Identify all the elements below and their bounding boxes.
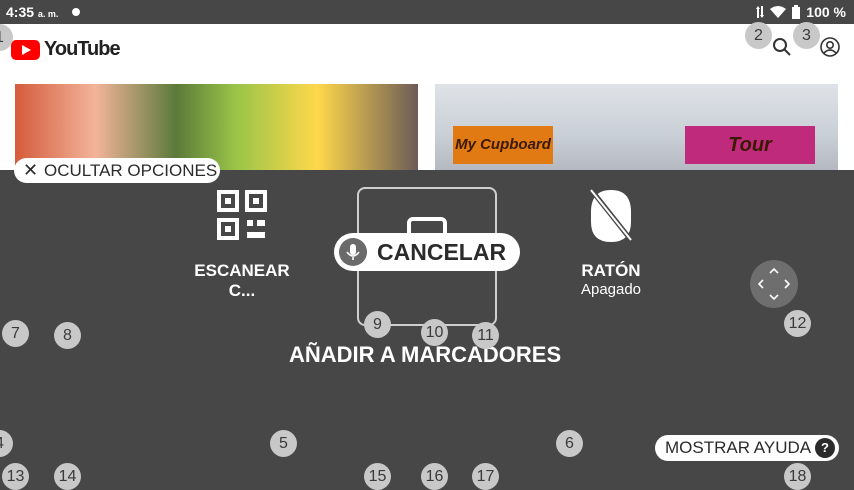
- number-label-14[interactable]: 14: [54, 463, 81, 490]
- recording-icon: [69, 5, 83, 19]
- scan-option[interactable]: ESCANEAR C...: [180, 190, 304, 301]
- number-label-6[interactable]: 6: [556, 430, 583, 457]
- number-label-10[interactable]: 10: [421, 319, 448, 346]
- app-name: YouTube: [44, 38, 121, 60]
- video-feed: My Cupboard Tour: [0, 74, 854, 170]
- scan-label: ESCANEAR C...: [194, 261, 290, 300]
- thumbnail-text: Tour: [685, 126, 815, 164]
- number-label-12[interactable]: 12: [784, 310, 811, 337]
- mouse-state: Apagado: [580, 281, 642, 298]
- wifi-icon: [770, 6, 787, 18]
- cancel-button[interactable]: CANCELAR: [334, 233, 520, 271]
- add-bookmarks-label[interactable]: AÑADIR A MARCADORES: [289, 342, 561, 368]
- number-label-7[interactable]: 7: [2, 320, 29, 347]
- show-help-button[interactable]: MOSTRAR AYUDA ?: [655, 435, 839, 461]
- youtube-play-icon: [11, 39, 40, 60]
- mouse-option[interactable]: RATÓN Apagado: [560, 186, 662, 298]
- cancel-label: CANCELAR: [377, 239, 507, 265]
- app-bar: YouTube: [0, 24, 854, 74]
- video-thumbnail-2[interactable]: My Cupboard Tour: [435, 84, 838, 170]
- youtube-logo[interactable]: YouTube: [11, 38, 121, 61]
- number-label-9[interactable]: 9: [364, 311, 391, 338]
- qr-code-icon: [217, 190, 267, 240]
- number-label-8[interactable]: 8: [54, 322, 81, 349]
- move-arrows-icon: [757, 267, 791, 301]
- account-icon[interactable]: [820, 37, 840, 57]
- directional-pad[interactable]: [750, 260, 798, 308]
- help-icon: ?: [815, 438, 835, 458]
- mouse-label: RATÓN: [581, 261, 641, 280]
- number-label-2[interactable]: 2: [745, 22, 772, 49]
- hide-options-button[interactable]: ✕ OCULTAR OPCIONES: [14, 158, 220, 183]
- thumbnail-text: My Cupboard: [453, 126, 553, 164]
- number-label-13[interactable]: 13: [2, 463, 29, 490]
- number-label-18[interactable]: 18: [784, 463, 811, 490]
- microphone-icon: [339, 238, 367, 266]
- data-arrows-icon: [756, 6, 765, 18]
- battery-percent: 100 %: [806, 4, 846, 20]
- hide-options-label: OCULTAR OPCIONES: [44, 161, 218, 180]
- number-label-11[interactable]: 11: [472, 322, 499, 349]
- status-bar: 4:35 a. m. 100 %: [0, 0, 854, 24]
- status-time: 4:35 a. m.: [6, 4, 59, 20]
- number-label-16[interactable]: 16: [421, 463, 448, 490]
- number-label-3[interactable]: 3: [793, 22, 820, 49]
- mouse-off-icon: [590, 189, 633, 242]
- battery-icon: [792, 5, 801, 19]
- show-help-label: MOSTRAR AYUDA: [665, 438, 812, 457]
- number-label-17[interactable]: 17: [472, 463, 499, 490]
- number-label-15[interactable]: 15: [364, 463, 391, 490]
- close-icon: ✕: [23, 160, 39, 180]
- search-icon[interactable]: [772, 37, 792, 57]
- number-label-5[interactable]: 5: [270, 430, 297, 457]
